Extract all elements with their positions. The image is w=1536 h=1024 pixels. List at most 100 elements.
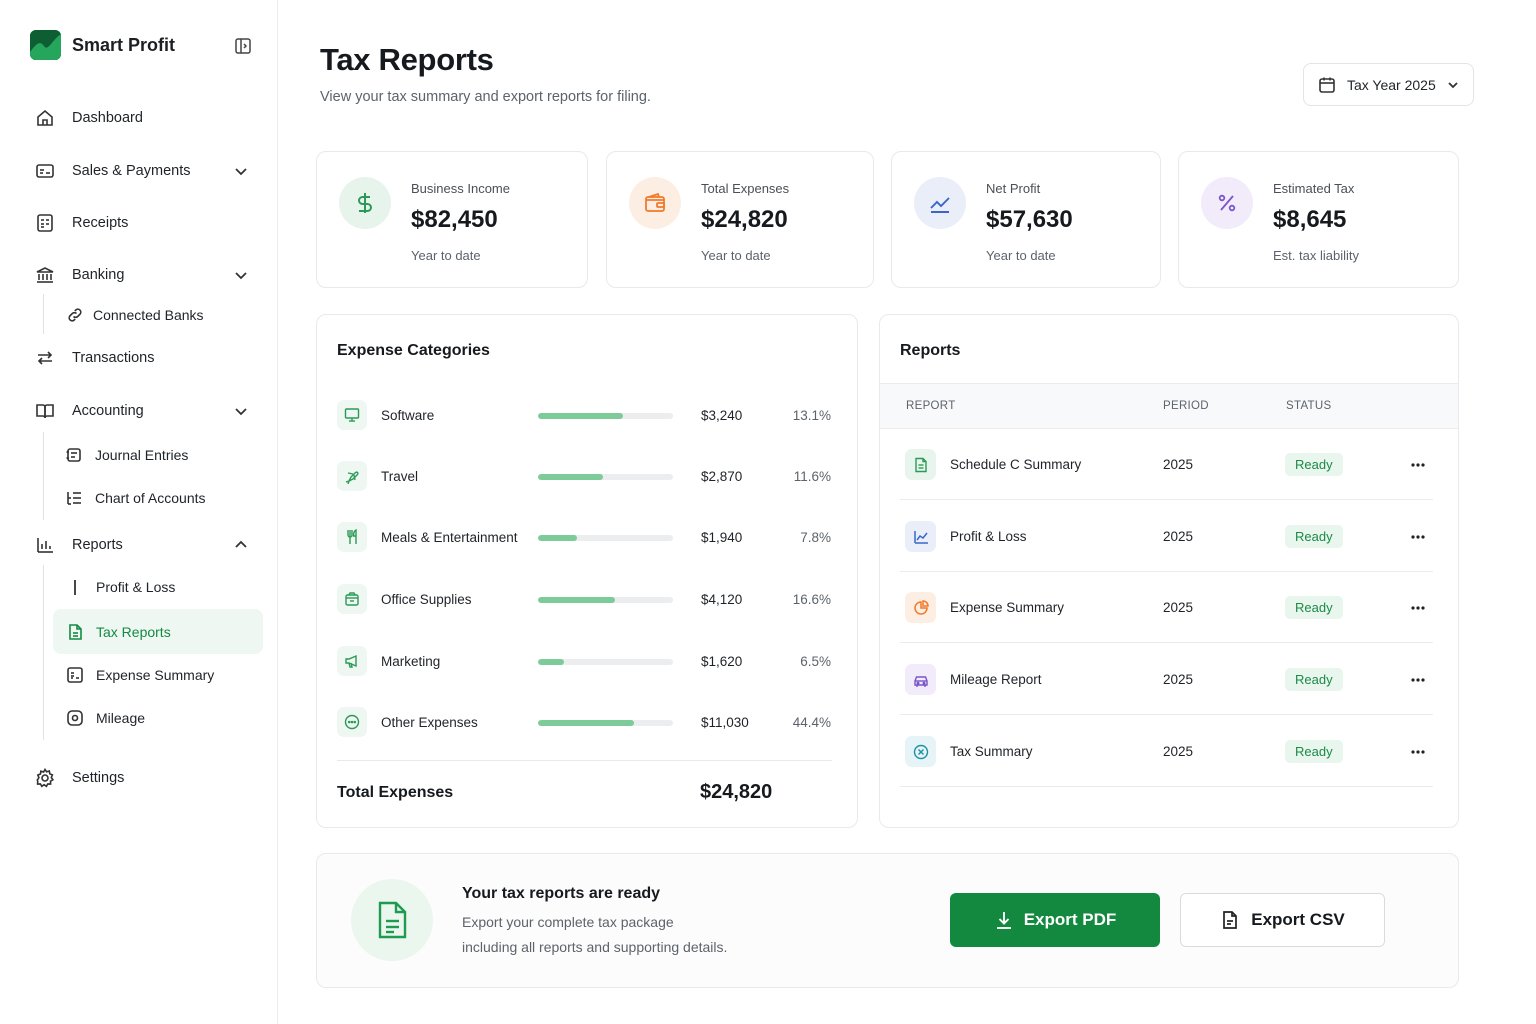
sidebar-item-reports[interactable]: Reports <box>35 535 123 555</box>
category-progress-fill <box>538 535 578 541</box>
chevron-down-icon[interactable] <box>233 267 249 283</box>
category-amount: $2,870 <box>701 469 743 484</box>
sidebar-item-dashboard[interactable]: Dashboard <box>35 108 143 128</box>
export-banner: Your tax reports are ready Export your c… <box>316 853 1459 988</box>
category-amount: $3,240 <box>701 408 743 423</box>
more-options-icon[interactable] <box>1410 745 1426 759</box>
tree-line <box>43 565 44 740</box>
status-badge: Ready <box>1285 453 1343 476</box>
category-name: Meals & Entertainment <box>381 530 518 545</box>
report-row[interactable]: Profit & Loss 2025 Ready <box>900 501 1433 572</box>
sidebar-item-chart-of-accounts[interactable]: Chart of Accounts <box>65 489 206 507</box>
report-row[interactable]: Tax Summary 2025 Ready <box>900 716 1433 787</box>
sidebar-item-expense-summary[interactable]: Expense Summary <box>66 666 214 684</box>
chevron-down-icon[interactable] <box>233 403 249 419</box>
collapse-sidebar-icon[interactable] <box>234 37 252 55</box>
report-row[interactable]: Expense Summary 2025 Ready <box>900 572 1433 643</box>
category-progress-fill <box>538 474 603 480</box>
receipt-icon <box>35 213 55 233</box>
chevron-down-icon[interactable] <box>233 163 249 179</box>
panel-title: Expense Categories <box>337 342 490 359</box>
document-icon <box>905 449 936 480</box>
gear-icon <box>35 768 55 788</box>
more-options-icon[interactable] <box>1410 530 1426 544</box>
category-name: Marketing <box>381 654 441 669</box>
category-percent: 16.6% <box>792 592 831 607</box>
category-amount: $1,940 <box>701 530 743 545</box>
sidebar-item-banking[interactable]: Banking <box>35 265 124 285</box>
download-icon <box>994 910 1014 930</box>
expense-categories-panel: Expense Categories Software $3,240 13.1% Tr… <box>316 314 858 828</box>
dollar-icon <box>339 177 391 229</box>
export-csv-label: Export CSV <box>1251 910 1345 929</box>
expense-category-row: Meals & Entertainment $1,940 7.8% <box>337 522 837 554</box>
report-name[interactable]: Schedule C Summary <box>950 457 1081 472</box>
card-note: Year to date <box>411 248 481 263</box>
utensils-icon <box>337 522 367 552</box>
sidebar-item-connected-banks[interactable]: Connected Banks <box>66 306 204 324</box>
sidebar-item-settings[interactable]: Settings <box>35 768 124 788</box>
card-label: Total Expenses <box>701 181 790 196</box>
document-icon <box>66 623 84 641</box>
report-name[interactable]: Mileage Report <box>950 672 1042 687</box>
report-row[interactable]: Schedule C Summary 2025 Ready <box>900 429 1433 500</box>
column-header-status: STATUS <box>1286 400 1332 412</box>
category-percent: 11.6% <box>793 469 831 484</box>
report-name[interactable]: Tax Summary <box>950 744 1033 759</box>
tax-year-select[interactable]: Tax Year 2025 <box>1303 63 1474 106</box>
category-progress-bar <box>538 413 673 419</box>
summary-card-estimated-tax: Estimated Tax $8,645 Est. tax liability <box>1178 151 1459 288</box>
journal-icon <box>65 446 83 464</box>
report-name[interactable]: Profit & Loss <box>950 529 1027 544</box>
category-progress-fill <box>538 597 615 603</box>
category-percent: 7.8% <box>800 530 831 545</box>
sidebar-item-receipts[interactable]: Receipts <box>35 213 128 233</box>
report-row[interactable]: Mileage Report 2025 Ready <box>900 644 1433 715</box>
csv-file-icon <box>1220 910 1240 930</box>
page-subtitle: View your tax summary and export reports… <box>320 89 651 105</box>
book-icon <box>35 401 55 421</box>
sidebar-item-journal-entries[interactable]: Journal Entries <box>65 446 188 464</box>
brand[interactable]: Smart Profit <box>30 30 175 60</box>
column-header-period: PERIOD <box>1163 400 1209 412</box>
sidebar-item-tax-reports[interactable]: Tax Reports <box>53 609 263 654</box>
summary-card-business-income: Business Income $82,450 Year to date <box>316 151 588 288</box>
card-note: Year to date <box>701 248 771 263</box>
category-name: Travel <box>381 469 419 484</box>
category-percent: 13.1% <box>792 408 831 423</box>
export-pdf-button[interactable]: Export PDF <box>950 893 1160 947</box>
pie-chart-icon <box>905 592 936 623</box>
card-note: Year to date <box>986 248 1056 263</box>
card-value: $57,630 <box>986 206 1073 233</box>
sidebar-item-accounting[interactable]: Accounting <box>35 401 144 421</box>
monitor-icon <box>337 400 367 430</box>
arrows-swap-icon <box>35 348 55 368</box>
summary-card-total-expenses: Total Expenses $24,820 Year to date <box>606 151 874 288</box>
chevron-up-icon[interactable] <box>233 537 249 553</box>
sidebar-item-transactions[interactable]: Transactions <box>35 348 154 368</box>
card-note: Est. tax liability <box>1273 248 1359 263</box>
category-progress-bar <box>538 659 673 665</box>
export-csv-button[interactable]: Export CSV <box>1180 893 1385 947</box>
category-progress-bar <box>538 474 673 480</box>
column-header-report: REPORT <box>906 400 956 412</box>
card-label: Estimated Tax <box>1273 181 1355 196</box>
more-options-icon[interactable] <box>1410 673 1426 687</box>
reports-panel: Reports REPORT PERIOD STATUS Schedule C … <box>879 314 1459 828</box>
more-options-icon[interactable] <box>1410 601 1426 615</box>
category-progress-fill <box>538 413 624 419</box>
report-name[interactable]: Expense Summary <box>950 600 1064 615</box>
sidebar-item-sales-payments[interactable]: Sales & Payments <box>35 161 190 181</box>
divider <box>337 760 832 761</box>
report-period: 2025 <box>1163 600 1194 615</box>
expense-category-row: Marketing $1,620 6.5% <box>337 646 837 678</box>
sidebar-item-profit-loss[interactable]: Profit & Loss <box>66 578 175 596</box>
report-period: 2025 <box>1163 744 1194 759</box>
car-icon <box>905 664 936 695</box>
list-tree-icon <box>65 489 83 507</box>
x-circle-icon <box>905 736 936 767</box>
sidebar-item-mileage[interactable]: Mileage <box>66 709 145 727</box>
category-progress-bar <box>538 597 673 603</box>
more-options-icon[interactable] <box>1410 458 1426 472</box>
invoice-icon <box>35 161 55 181</box>
